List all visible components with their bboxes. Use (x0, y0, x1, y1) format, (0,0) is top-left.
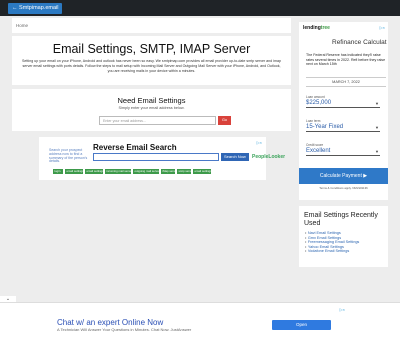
hero-description: Setting up your email on your iPhone, An… (22, 59, 281, 73)
loan-amount-select[interactable]: $225,000 ▼ (306, 99, 380, 108)
reverse-search-input[interactable] (93, 153, 219, 161)
ad-choices-icon[interactable]: ▷× (340, 307, 345, 312)
ad-choices-icon[interactable]: ▷× (380, 25, 385, 30)
refinance-body: The Federal Reserve has indicated they'l… (306, 53, 386, 67)
lendingtree-logo: lendingtree (303, 25, 330, 31)
ad-disclaimer: Terms & Conditions apply. NMLS#1136 (319, 186, 368, 190)
ad-tag[interactable]: iMap server (161, 169, 175, 174)
calculate-payment-button[interactable]: Calculate Payment ▶ (299, 168, 388, 184)
ad-tag[interactable]: email settings (65, 169, 83, 174)
need-settings-subtitle: Simply enter your email address below. (118, 106, 185, 110)
bottom-ad-subtitle: A Technician Will Answer Your Questions … (57, 327, 192, 332)
brand-link[interactable]: ← Smtpimap.email (8, 3, 63, 14)
email-search-form: Enter your email address... Go (99, 116, 231, 125)
top-navbar: ← Smtpimap.email (0, 0, 400, 16)
bottom-ad-banner: ▷× Chat w/ an expert Online Now A Techni… (0, 302, 400, 341)
loan-term-select[interactable]: 15-Year Fixed ▼ (306, 123, 380, 132)
recent-item-link[interactable]: Vodafone Email Settings (305, 249, 388, 254)
breadcrumb: Home (12, 18, 291, 33)
recently-used-list: Navi Email Settings Gmx Email Settings F… (305, 231, 388, 254)
ad-choices-icon[interactable]: ▷× (257, 140, 262, 145)
peoplelooker-logo: PeopleLooker (252, 154, 286, 160)
chevron-down-icon: ▼ (375, 125, 379, 130)
bottom-ad-title[interactable]: Chat w/ an expert Online Now (57, 318, 163, 327)
ad-tag[interactable]: incoming mail server (105, 169, 131, 174)
page-title: Email Settings, SMTP, IMAP Server (52, 42, 251, 56)
ad-tag[interactable]: outgoing mail server (133, 169, 159, 174)
refinance-title: Refinance Calculat (332, 39, 387, 46)
refinance-calculator-ad: lendingtree ▷× Refinance Calculat The Fe… (299, 22, 388, 200)
reverse-ad-description: Search your prospect address now to find… (49, 148, 88, 164)
search-now-button[interactable]: Search Now ▶ (221, 153, 249, 167)
ad-tag[interactable]: email settings (85, 169, 103, 174)
chevron-down-icon: ▼ (375, 149, 379, 154)
recently-used-title: Email Settings Recently Used (304, 212, 378, 227)
go-button[interactable]: Go (218, 116, 231, 125)
credit-score-select[interactable]: Excellent ▼ (306, 147, 380, 156)
ad-tag[interactable]: login (53, 169, 63, 174)
breadcrumb-home[interactable]: Home (16, 23, 28, 28)
reverse-email-ad: ▷× Search your prospect address now to f… (39, 137, 285, 180)
ad-tag[interactable]: smtp server (177, 169, 191, 174)
hero-section: Email Settings, SMTP, IMAP Server Settin… (12, 36, 291, 85)
need-settings-title: Need Email Settings (117, 96, 186, 105)
open-button[interactable]: Open (272, 320, 331, 330)
email-input[interactable]: Enter your email address... (99, 116, 216, 125)
reverse-ad-title: Reverse Email Search (93, 143, 177, 152)
refinance-date: MARCH 7, 2022 (306, 77, 386, 87)
ad-tag[interactable]: email settings (193, 169, 211, 174)
need-settings-section: Need Email Settings Simply enter your em… (12, 89, 291, 131)
chevron-down-icon: ▼ (375, 101, 379, 106)
recently-used-panel: Email Settings Recently Used Navi Email … (299, 206, 388, 267)
